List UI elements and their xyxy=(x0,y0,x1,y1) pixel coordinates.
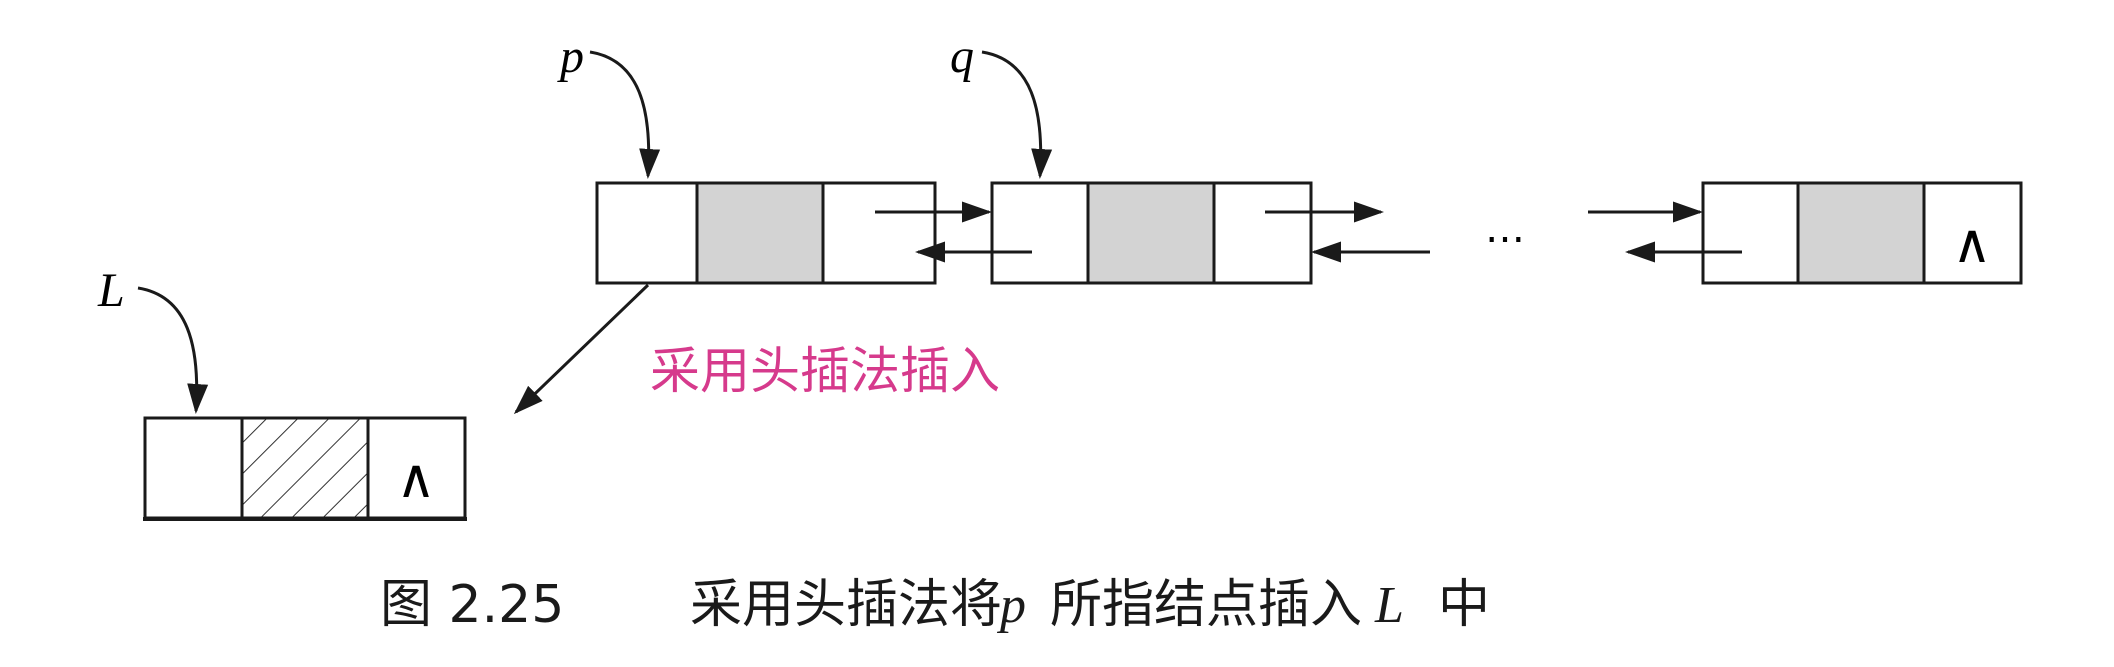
head-node-data-field xyxy=(240,416,370,520)
caption-variable-p: p xyxy=(996,577,1026,634)
caption-text-before: 采用头插法将 xyxy=(690,575,1002,635)
caption-text-after: 中 xyxy=(1438,575,1490,635)
node-q xyxy=(990,181,1313,285)
pointer-label-L: L xyxy=(97,264,125,317)
pointer-label-p: p xyxy=(557,30,584,83)
insertion-annotation: 采用头插法插入 xyxy=(650,342,1000,400)
node-q-next-field xyxy=(1212,181,1313,285)
node-p-next-field xyxy=(821,181,937,285)
diagram-canvas: ∧ ∧ … p q L 采用头插法插入 图 2.25 采用头插法将 p 所指结点… xyxy=(97,30,2023,635)
null-symbol-head: ∧ xyxy=(396,447,436,510)
caption-variable-L: L xyxy=(1374,577,1404,634)
caption-text-middle: 所指结点插入 xyxy=(1050,575,1362,635)
pointer-arrow-p xyxy=(589,50,661,179)
node-last-prior-field xyxy=(1701,181,1800,285)
ellipsis: … xyxy=(1485,206,1525,252)
pointer-arrow-q xyxy=(981,50,1053,179)
figure-caption: 图 2.25 采用头插法将 p 所指结点插入 L 中 xyxy=(380,575,1490,635)
node-last: ∧ xyxy=(1701,181,2023,285)
pointer-arrow-L xyxy=(137,286,209,414)
null-symbol-last: ∧ xyxy=(1952,212,1992,275)
head-node-L: ∧ xyxy=(143,416,467,521)
node-p-data-field xyxy=(695,181,825,285)
node-last-data-field xyxy=(1796,181,1926,285)
node-q-prior-field xyxy=(990,181,1090,285)
node-p-prior-field xyxy=(595,181,699,285)
node-p xyxy=(595,181,937,285)
caption-figure-number: 图 2.25 xyxy=(380,575,564,635)
head-node-prior-field xyxy=(143,416,244,520)
insertion-arrow xyxy=(513,283,650,415)
pointer-label-q: q xyxy=(950,30,974,83)
node-q-data-field xyxy=(1086,181,1216,285)
